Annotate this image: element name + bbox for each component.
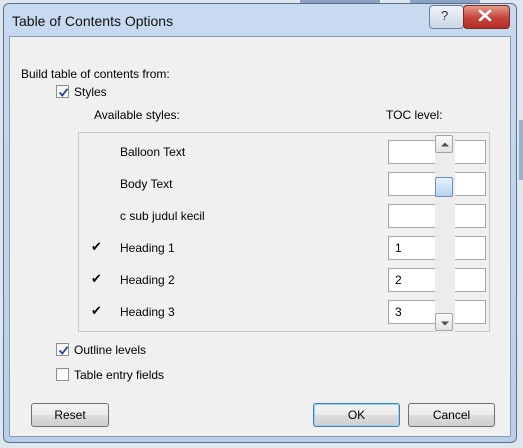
list-item[interactable]: c sub judul kecil [79, 201, 486, 231]
scroll-down-arrow-icon [441, 321, 449, 326]
scroll-down-button[interactable] [435, 313, 453, 331]
scroll-up-button[interactable] [435, 135, 453, 153]
style-name: Heading 1 [120, 241, 175, 255]
scroll-thumb[interactable] [435, 177, 453, 197]
build-from-label: Build table of contents from: [21, 67, 170, 81]
list-item[interactable]: ✔ Heading 1 1 [79, 233, 486, 263]
help-button[interactable]: ? [429, 5, 464, 29]
close-icon [478, 9, 492, 22]
styles-scrollbar[interactable] [435, 135, 455, 333]
toc-level-header: TOC level: [386, 108, 443, 122]
list-item[interactable]: ✔ Heading 3 3 [79, 297, 486, 327]
available-styles-header: Available styles: [94, 108, 180, 122]
toc-options-dialog: Table of Contents Options ? Build table … [3, 3, 517, 443]
reset-button[interactable]: Reset [31, 403, 109, 427]
styles-list: Balloon Text Body Text c sub judul kecil… [78, 132, 490, 332]
style-check-mark: ✔ [91, 271, 102, 286]
ok-button[interactable]: OK [313, 403, 400, 427]
outline-levels-label[interactable]: Outline levels [74, 343, 146, 357]
style-name: Heading 2 [120, 273, 175, 287]
dialog-body: Build table of contents from: Styles Ava… [9, 36, 511, 437]
help-icon: ? [441, 8, 449, 23]
style-check-mark: ✔ [91, 239, 102, 254]
style-name: Heading 3 [120, 305, 175, 319]
checkmark-icon [58, 346, 69, 355]
table-entry-fields-checkbox[interactable] [56, 368, 69, 381]
style-name: Body Text [120, 177, 173, 191]
close-button[interactable] [463, 5, 510, 29]
checkmark-icon [58, 88, 69, 97]
list-item[interactable]: Balloon Text [79, 137, 486, 167]
cancel-button[interactable]: Cancel [408, 403, 495, 427]
list-item[interactable]: Body Text [79, 169, 486, 199]
list-item[interactable]: ✔ Heading 2 2 [79, 265, 486, 295]
style-check-mark: ✔ [91, 303, 102, 318]
outline-levels-checkbox[interactable] [56, 343, 69, 356]
title-bar: Table of Contents Options ? [4, 4, 516, 34]
scroll-up-arrow-icon [441, 142, 449, 147]
styles-checkbox-label[interactable]: Styles [74, 85, 107, 99]
styles-checkbox[interactable] [56, 85, 69, 98]
dialog-title: Table of Contents Options [12, 13, 174, 29]
style-name: Balloon Text [120, 145, 186, 159]
style-name: c sub judul kecil [120, 209, 205, 223]
table-entry-fields-label[interactable]: Table entry fields [74, 368, 164, 382]
